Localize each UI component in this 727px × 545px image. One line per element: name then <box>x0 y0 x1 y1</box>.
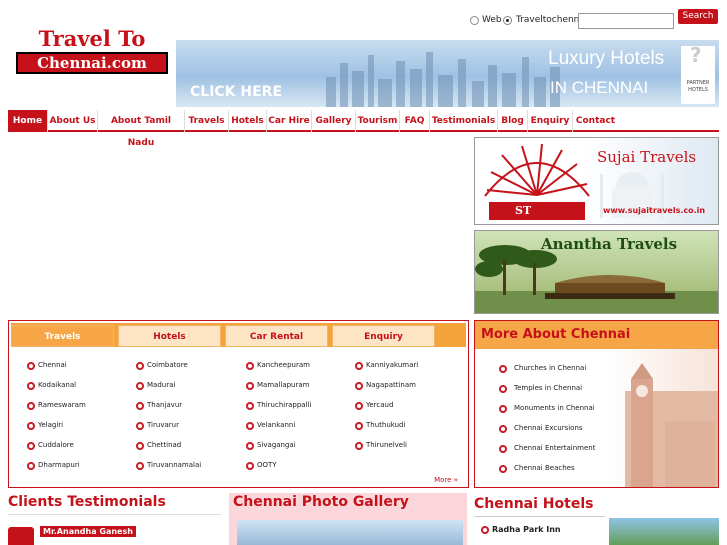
hotels-title: Chennai Hotels <box>474 496 594 512</box>
sujai-travels-ad[interactable]: ST Sujai Travels www.sujaitravels.co.in <box>474 137 719 225</box>
nav-hotels[interactable]: Hotels <box>229 110 267 132</box>
logo-line2: Chennai.com <box>16 52 168 74</box>
tab-hotels[interactable]: Hotels <box>118 325 221 347</box>
ad1-url: www.sujaitravels.co.in <box>603 206 706 215</box>
destinations-panel: Travels Hotels Car Rental Enquiry Chenna… <box>8 320 469 488</box>
more-about-link[interactable]: Chennai Entertainment <box>499 444 595 453</box>
city-skyline-image <box>326 48 566 107</box>
site-logo[interactable]: Travel To Chennai.com <box>16 26 168 76</box>
nav-gallery[interactable]: Gallery <box>312 110 356 132</box>
destination-link[interactable]: Madurai <box>136 381 175 390</box>
web-radio-label: Web <box>482 15 502 25</box>
nav-faq[interactable]: FAQ <box>400 110 430 132</box>
peacock-logo-icon <box>484 143 590 220</box>
destination-link[interactable]: Yercaud <box>355 401 393 410</box>
nav-about-us[interactable]: About Us <box>48 110 98 132</box>
hotel-photo[interactable] <box>609 518 719 545</box>
nav-car-hire[interactable]: Car Hire <box>267 110 312 132</box>
destination-link[interactable]: Thuthukudi <box>355 421 405 430</box>
destination-link[interactable]: Thiruchirappalli <box>246 401 311 410</box>
destination-link[interactable]: Sivagangai <box>246 441 296 450</box>
destination-link[interactable]: Dharmapuri <box>27 461 80 470</box>
hotels-banner[interactable]: CLICK HERE Luxury Hotels IN CHENNAI ? PAR… <box>176 40 719 107</box>
tab-car-rental[interactable]: Car Rental <box>225 325 328 347</box>
anantha-travels-ad[interactable]: Anantha Travels <box>474 230 719 314</box>
testimonial-author[interactable]: Mr.Anandha Ganesh <box>40 526 136 537</box>
nav-home[interactable]: Home <box>8 110 48 132</box>
ad1-mark: ST <box>515 204 532 217</box>
destination-link[interactable]: Kodaikanal <box>27 381 76 390</box>
ad2-title: Anantha Travels <box>541 235 678 253</box>
clock-tower-image <box>625 363 718 487</box>
web-radio[interactable] <box>470 16 479 25</box>
testimonials-divider <box>8 514 221 515</box>
more-link[interactable]: More » <box>434 476 458 484</box>
tab-enquiry[interactable]: Enquiry <box>332 325 435 347</box>
site-radio-label: Traveltochennai <box>516 15 588 25</box>
destination-link[interactable]: Thirunelveli <box>355 441 407 450</box>
destination-link[interactable]: Chennai <box>27 361 67 370</box>
destination-link[interactable]: Yelagiri <box>27 421 63 430</box>
more-about-link[interactable]: Temples in Chennai <box>499 384 582 393</box>
nav-tourism[interactable]: Tourism <box>356 110 400 132</box>
hotel-item[interactable]: Radha Park Inn <box>481 525 561 534</box>
destination-link[interactable]: Kancheepuram <box>246 361 310 370</box>
banner-cta: CLICK HERE <box>190 84 283 100</box>
nav-contact[interactable]: Contact <box>573 110 618 132</box>
destination-link[interactable]: Nagapattinam <box>355 381 416 390</box>
gallery-title: Chennai Photo Gallery <box>233 494 409 510</box>
gallery-photo[interactable] <box>237 520 463 545</box>
more-about-link[interactable]: Churches in Chennai <box>499 364 586 373</box>
destinations-tabs: Travels Hotels Car Rental Enquiry <box>11 323 466 347</box>
destination-link[interactable]: Tiruvannamalai <box>136 461 201 470</box>
ad1-title: Sujai Travels <box>597 148 697 166</box>
destination-link[interactable]: OOTY <box>246 461 277 470</box>
hotels-divider <box>474 516 605 517</box>
destination-link[interactable]: Thanjavur <box>136 401 182 410</box>
more-about-link[interactable]: Chennai Beaches <box>499 464 575 473</box>
destination-link[interactable]: Mamallapuram <box>246 381 309 390</box>
destination-link[interactable]: Cuddalore <box>27 441 74 450</box>
partner-hotels-badge: ? PARTNER HOTELS <box>681 45 715 104</box>
site-radio[interactable] <box>503 16 512 25</box>
banner-headline: Luxury Hotels <box>548 48 665 69</box>
thumbs-up-icon <box>8 527 34 545</box>
destination-link[interactable]: Tiruvarur <box>136 421 179 430</box>
destination-link[interactable]: Chettinad <box>136 441 181 450</box>
search-button[interactable]: Search <box>678 9 718 24</box>
nav-enquiry[interactable]: Enquiry <box>528 110 573 132</box>
destination-link[interactable]: Rameswaram <box>27 401 86 410</box>
main-nav: Home About Us About Tamil Nadu Travels H… <box>8 110 719 148</box>
banner-subheadline: IN CHENNAI <box>550 78 649 97</box>
nav-about-tamil-nadu[interactable]: About Tamil Nadu <box>98 110 185 148</box>
testimonials-title: Clients Testimonials <box>8 494 166 510</box>
destination-link[interactable]: Velankanni <box>246 421 295 430</box>
tab-travels[interactable]: Travels <box>11 325 114 347</box>
logo-line1: Travel To <box>38 26 146 51</box>
partner-label: PARTNER HOTELS <box>686 80 710 93</box>
more-about-link[interactable]: Chennai Excursions <box>499 424 583 433</box>
more-about-title: More About Chennai <box>475 321 718 349</box>
destination-link[interactable]: Kanniyakumari <box>355 361 418 370</box>
nav-testimonials[interactable]: Testimonials <box>430 110 498 132</box>
search-input[interactable] <box>578 13 674 29</box>
more-about-chennai-panel: More About Chennai Churches in Chennai Te… <box>474 320 719 488</box>
nav-travels[interactable]: Travels <box>185 110 229 132</box>
nav-blog[interactable]: Blog <box>498 110 528 132</box>
more-about-link[interactable]: Monuments in Chennai <box>499 404 595 413</box>
destination-link[interactable]: Coimbatore <box>136 361 188 370</box>
